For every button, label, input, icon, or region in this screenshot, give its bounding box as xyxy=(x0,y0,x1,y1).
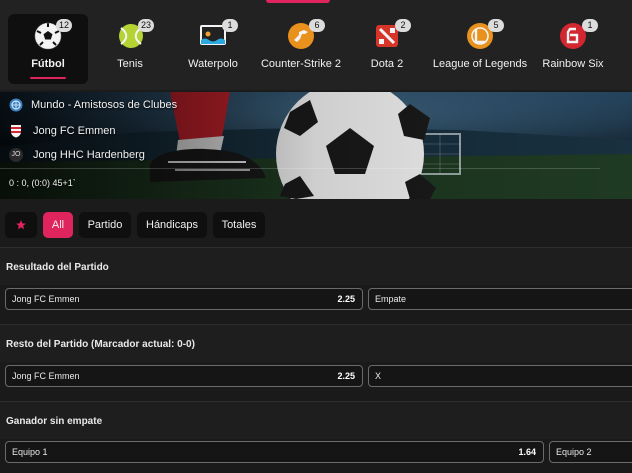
team-initials-badge: JO xyxy=(9,148,23,162)
sport-tab-waterpolo[interactable]: 1 Waterpolo xyxy=(178,14,248,84)
filter-partido-button[interactable]: Partido xyxy=(79,212,131,238)
filter-totales-button[interactable]: Totales xyxy=(213,212,265,238)
star-icon xyxy=(16,220,26,230)
sport-tab-tenis[interactable]: 23 Tenis xyxy=(95,14,165,84)
globe-icon xyxy=(9,98,23,112)
sport-label: Dota 2 xyxy=(370,58,404,70)
market-filter-bar: All Partido Hándicaps Totales xyxy=(0,203,632,245)
sport-label: Tenis xyxy=(117,58,143,70)
market-header[interactable]: Ganador sin empate xyxy=(0,401,632,439)
away-team-row: JO Jong HHC Hardenberg xyxy=(9,148,145,162)
sport-label: Rainbow Six xyxy=(542,58,604,70)
sportsbook-app: 12 Fútbol 23 Tenis 1 Waterpolo 6 Counter… xyxy=(0,0,632,473)
outcome-name: Jong FC Emmen xyxy=(12,294,80,304)
sport-count-badge: 1 xyxy=(582,19,598,32)
outcome-name: Equipo 1 xyxy=(12,447,48,457)
odds-button-draw[interactable]: Empate xyxy=(368,288,632,310)
sport-label: Counter-Strike 2 xyxy=(260,58,342,70)
market-header[interactable]: Resultado del Partido xyxy=(0,247,632,285)
away-team-name: Jong HHC Hardenberg xyxy=(33,149,145,161)
market-title: Ganador sin empate xyxy=(6,416,103,427)
market-outcomes: Jong FC Emmen 2.25 X xyxy=(0,362,632,402)
live-score: 0 : 0, (0:0) 45+1` xyxy=(9,178,76,188)
sport-tab-counter-strike-2[interactable]: 6 Counter-Strike 2 xyxy=(258,14,344,84)
odds-button-draw[interactable]: X xyxy=(368,365,632,387)
sport-label: Fútbol xyxy=(31,58,65,70)
team-crest-icon xyxy=(11,125,21,138)
match-banner[interactable]: Mundo - Amistosos de Clubes Jong FC Emme… xyxy=(0,92,632,199)
outcome-price: 1.64 xyxy=(518,447,536,457)
outcome-price: 2.25 xyxy=(337,294,355,304)
filter-all-button[interactable]: All xyxy=(43,212,73,238)
outcome-name: Equipo 2 xyxy=(556,447,592,457)
market-outcomes: Equipo 1 1.64 Equipo 2 xyxy=(0,439,632,473)
outcome-name: Empate xyxy=(375,294,407,304)
sport-count-badge: 6 xyxy=(309,19,325,32)
market-title: Resultado del Partido xyxy=(6,262,109,273)
odds-button-home[interactable]: Jong FC Emmen 2.25 xyxy=(5,288,363,310)
sport-tab-rainbow-six[interactable]: 1 Rainbow Six xyxy=(538,14,608,84)
market-outcomes: Jong FC Emmen 2.25 Empate xyxy=(0,285,632,325)
active-tab-underline xyxy=(30,77,66,79)
odds-button-home[interactable]: Jong FC Emmen 2.25 xyxy=(5,365,363,387)
odds-button-team-2[interactable]: Equipo 2 xyxy=(549,441,632,463)
sports-category-bar: 12 Fútbol 23 Tenis 1 Waterpolo 6 Counter… xyxy=(0,0,632,90)
sport-label: League of Legends xyxy=(432,58,528,70)
sport-tab-league-of-legends[interactable]: 5 League of Legends xyxy=(432,14,528,84)
filter-handicaps-button[interactable]: Hándicaps xyxy=(137,212,207,238)
sport-label: Waterpolo xyxy=(188,58,238,70)
market-header[interactable]: Resto del Partido (Marcador actual: 0-0) xyxy=(0,324,632,362)
sport-count-badge: 1 xyxy=(222,19,238,32)
sport-count-badge: 12 xyxy=(56,19,73,32)
banner-divider xyxy=(0,168,600,169)
odds-button-team-1[interactable]: Equipo 1 1.64 xyxy=(5,441,544,463)
sport-count-badge: 23 xyxy=(138,19,155,32)
league-name: Mundo - Amistosos de Clubes xyxy=(31,99,178,111)
outcome-name: X xyxy=(375,371,382,381)
home-team-name: Jong FC Emmen xyxy=(33,125,116,137)
favorites-filter-button[interactable] xyxy=(5,212,37,238)
sport-tab-dota-2[interactable]: 2 Dota 2 xyxy=(352,14,422,84)
sport-count-badge: 2 xyxy=(395,19,411,32)
league-row: Mundo - Amistosos de Clubes xyxy=(9,98,177,112)
sport-count-badge: 5 xyxy=(488,19,504,32)
outcome-name: Jong FC Emmen xyxy=(12,371,80,381)
outcome-price: 2.25 xyxy=(337,371,355,381)
market-title: Resto del Partido (Marcador actual: 0-0) xyxy=(6,339,195,350)
top-accent-bar xyxy=(266,0,330,3)
home-team-row: Jong FC Emmen xyxy=(9,124,116,138)
sport-tab-futbol[interactable]: 12 Fútbol xyxy=(8,14,88,84)
